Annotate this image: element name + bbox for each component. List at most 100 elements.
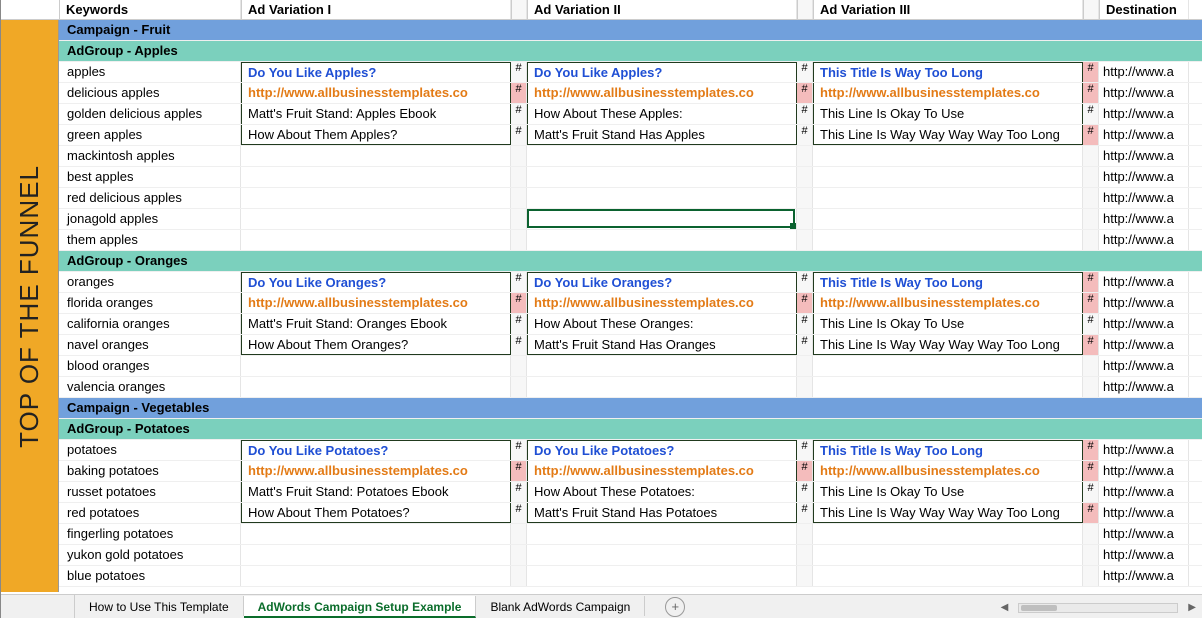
ad-cell-v1[interactable] bbox=[241, 209, 511, 229]
ad-cell-v1[interactable] bbox=[241, 356, 511, 376]
data-row[interactable]: potatoesDo You Like Potatoes?#Do You Lik… bbox=[59, 440, 1202, 461]
campaign-row[interactable]: Campaign - Fruit bbox=[59, 20, 1202, 41]
hash-cell-v1[interactable] bbox=[511, 566, 527, 586]
adgroup-row[interactable]: AdGroup - Potatoes bbox=[59, 419, 1202, 440]
campaign-row[interactable]: Campaign - Vegetables bbox=[59, 398, 1202, 419]
ad-cell-v2[interactable] bbox=[527, 188, 797, 208]
hash-cell-v3[interactable]: # bbox=[1083, 503, 1099, 523]
hash-cell-v1[interactable]: # bbox=[511, 335, 527, 355]
ad-cell-v2[interactable]: http://www.allbusinesstemplates.co bbox=[527, 293, 797, 313]
data-row[interactable]: mackintosh appleshttp://www.a bbox=[59, 146, 1202, 167]
hash-cell-v3[interactable]: # bbox=[1083, 461, 1099, 481]
data-row[interactable]: red potatoesHow About Them Potatoes?#Mat… bbox=[59, 503, 1202, 524]
hash-cell-v2[interactable] bbox=[797, 146, 813, 166]
keyword-cell[interactable]: california oranges bbox=[59, 314, 241, 334]
ad-cell-v3[interactable] bbox=[813, 167, 1083, 187]
data-row[interactable]: jonagold appleshttp://www.a bbox=[59, 209, 1202, 230]
destination-cell[interactable]: http://www.a bbox=[1099, 125, 1189, 145]
ad-cell-v1[interactable]: http://www.allbusinesstemplates.co bbox=[241, 83, 511, 103]
keyword-cell[interactable]: mackintosh apples bbox=[59, 146, 241, 166]
ad-cell-v3[interactable]: http://www.allbusinesstemplates.co bbox=[813, 293, 1083, 313]
hash-cell-v3[interactable]: # bbox=[1083, 293, 1099, 313]
column-header-ad2[interactable]: Ad Variation II bbox=[527, 0, 797, 19]
destination-cell[interactable]: http://www.a bbox=[1099, 293, 1189, 313]
ad-cell-v3[interactable]: This Title Is Way Too Long bbox=[813, 440, 1083, 460]
hash-cell-v2[interactable]: # bbox=[797, 503, 813, 523]
destination-cell[interactable]: http://www.a bbox=[1099, 377, 1189, 397]
ad-cell-v3[interactable] bbox=[813, 377, 1083, 397]
hash-cell-v2[interactable] bbox=[797, 230, 813, 250]
keyword-cell[interactable]: valencia oranges bbox=[59, 377, 241, 397]
ad-cell-v2[interactable]: How About These Apples: bbox=[527, 104, 797, 124]
ad-cell-v3[interactable] bbox=[813, 230, 1083, 250]
keyword-cell[interactable]: fingerling potatoes bbox=[59, 524, 241, 544]
scroll-track[interactable] bbox=[1018, 603, 1178, 613]
adgroup-row[interactable]: AdGroup - Apples bbox=[59, 41, 1202, 62]
sheet-tab[interactable]: Blank AdWords Campaign bbox=[476, 596, 645, 616]
ad-cell-v2[interactable] bbox=[527, 566, 797, 586]
data-row[interactable]: baking potatoeshttp://www.allbusinesstem… bbox=[59, 461, 1202, 482]
hash-cell-v3[interactable]: # bbox=[1083, 62, 1099, 82]
destination-cell[interactable]: http://www.a bbox=[1099, 167, 1189, 187]
hash-cell-v1[interactable]: # bbox=[511, 482, 527, 502]
hash-cell-v3[interactable] bbox=[1083, 524, 1099, 544]
data-row[interactable]: russet potatoesMatt's Fruit Stand: Potat… bbox=[59, 482, 1202, 503]
data-row[interactable]: applesDo You Like Apples?#Do You Like Ap… bbox=[59, 62, 1202, 83]
destination-cell[interactable]: http://www.a bbox=[1099, 440, 1189, 460]
data-row[interactable]: valencia oranges http://www.a bbox=[59, 377, 1202, 398]
ad-cell-v3[interactable]: This Line Is Way Way Way Way Too Long bbox=[813, 335, 1083, 355]
hash-cell-v2[interactable]: # bbox=[797, 293, 813, 313]
hash-cell-v2[interactable] bbox=[797, 377, 813, 397]
data-row[interactable]: florida orangeshttp://www.allbusinesstem… bbox=[59, 293, 1202, 314]
ad-cell-v3[interactable]: This Title Is Way Too Long bbox=[813, 272, 1083, 292]
ad-cell-v3[interactable]: http://www.allbusinesstemplates.co bbox=[813, 83, 1083, 103]
ad-cell-v1[interactable]: http://www.allbusinesstemplates.co bbox=[241, 461, 511, 481]
destination-cell[interactable]: http://www.a bbox=[1099, 83, 1189, 103]
hash-cell-v3[interactable] bbox=[1083, 230, 1099, 250]
hash-cell-v1[interactable]: # bbox=[511, 62, 527, 82]
hash-cell-v2[interactable] bbox=[797, 524, 813, 544]
keyword-cell[interactable]: yukon gold potatoes bbox=[59, 545, 241, 565]
hash-cell-v2[interactable]: # bbox=[797, 314, 813, 334]
hash-cell-v2[interactable]: # bbox=[797, 62, 813, 82]
destination-cell[interactable]: http://www.a bbox=[1099, 209, 1189, 229]
ad-cell-v3[interactable]: This Line Is Okay To Use bbox=[813, 314, 1083, 334]
hash-cell-v3[interactable] bbox=[1083, 188, 1099, 208]
hash-cell-v1[interactable]: # bbox=[511, 503, 527, 523]
column-header-destination[interactable]: Destination bbox=[1099, 0, 1189, 19]
destination-cell[interactable]: http://www.a bbox=[1099, 62, 1189, 82]
hash-cell-v3[interactable] bbox=[1083, 377, 1099, 397]
destination-cell[interactable]: http://www.a bbox=[1099, 230, 1189, 250]
ad-cell-v2[interactable]: Do You Like Oranges? bbox=[527, 272, 797, 292]
ad-cell-v1[interactable] bbox=[241, 230, 511, 250]
hash-cell-v1[interactable]: # bbox=[511, 440, 527, 460]
hash-cell-v1[interactable] bbox=[511, 188, 527, 208]
hash-cell-v2[interactable]: # bbox=[797, 335, 813, 355]
hash-cell-v1[interactable]: # bbox=[511, 83, 527, 103]
data-row[interactable]: yukon gold potatoeshttp://www.a bbox=[59, 545, 1202, 566]
ad-cell-v2[interactable] bbox=[527, 377, 797, 397]
hash-cell-v2[interactable]: # bbox=[797, 104, 813, 124]
keyword-cell[interactable]: red potatoes bbox=[59, 503, 241, 523]
ad-cell-v3[interactable]: This Line Is Okay To Use bbox=[813, 104, 1083, 124]
hash-cell-v1[interactable] bbox=[511, 230, 527, 250]
ad-cell-v2[interactable]: http://www.allbusinesstemplates.co bbox=[527, 461, 797, 481]
destination-cell[interactable]: http://www.a bbox=[1099, 314, 1189, 334]
destination-cell[interactable]: http://www.a bbox=[1099, 335, 1189, 355]
destination-cell[interactable]: http://www.a bbox=[1099, 461, 1189, 481]
hash-cell-v1[interactable]: # bbox=[511, 125, 527, 145]
hash-cell-v2[interactable]: # bbox=[797, 461, 813, 481]
add-sheet-button[interactable]: + bbox=[665, 597, 685, 617]
data-row[interactable]: orangesDo You Like Oranges?#Do You Like … bbox=[59, 272, 1202, 293]
hash-cell-v3[interactable]: # bbox=[1083, 125, 1099, 145]
keyword-cell[interactable]: oranges bbox=[59, 272, 241, 292]
ad-cell-v2[interactable] bbox=[527, 146, 797, 166]
ad-cell-v1[interactable]: Do You Like Oranges? bbox=[241, 272, 511, 292]
ad-cell-v3[interactable] bbox=[813, 566, 1083, 586]
hash-cell-v3[interactable]: # bbox=[1083, 482, 1099, 502]
destination-cell[interactable]: http://www.a bbox=[1099, 356, 1189, 376]
ad-cell-v1[interactable]: Matt's Fruit Stand: Oranges Ebook bbox=[241, 314, 511, 334]
keyword-cell[interactable]: best apples bbox=[59, 167, 241, 187]
column-header-hash3[interactable] bbox=[1083, 0, 1099, 19]
hash-cell-v3[interactable] bbox=[1083, 167, 1099, 187]
